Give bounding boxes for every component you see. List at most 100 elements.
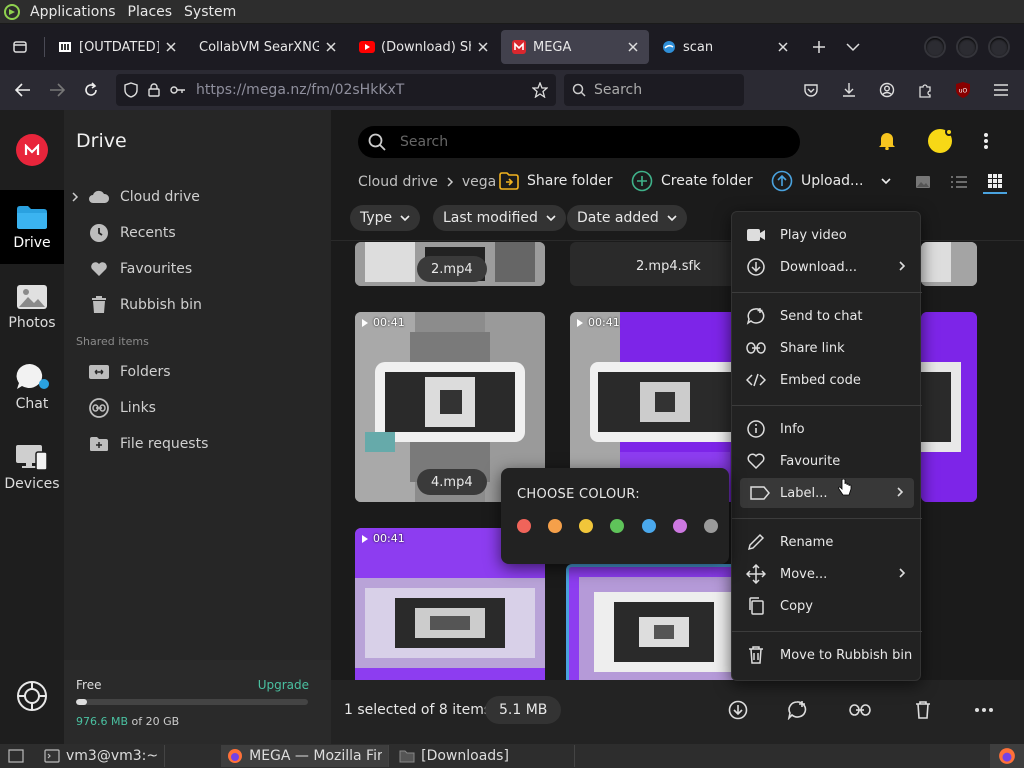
more-options-button[interactable] bbox=[983, 132, 989, 150]
file-name-2-mp4-sfk[interactable]: 2.mp4.sfk bbox=[636, 259, 701, 274]
taskbar-item-firefox[interactable]: MEGA — Mozilla Fir... bbox=[221, 745, 390, 767]
back-button[interactable] bbox=[6, 74, 40, 106]
places-menu[interactable]: Places bbox=[122, 0, 179, 24]
sidebar-item-links[interactable]: Links bbox=[64, 393, 331, 423]
taskbar-item-terminal[interactable]: vm3@vm3:~ bbox=[0, 745, 166, 767]
sidebar-item-cloud-drive[interactable]: Cloud drive bbox=[64, 182, 331, 212]
sidebar-item-favourites[interactable]: Favourites bbox=[64, 254, 331, 284]
sidebar-item-rubbish-bin[interactable]: Rubbish bin bbox=[64, 290, 331, 320]
rail-chat[interactable]: Chat bbox=[0, 350, 64, 424]
tab-mega[interactable]: MEGA bbox=[501, 30, 649, 64]
tab-overview-button[interactable] bbox=[4, 31, 36, 63]
close-icon[interactable] bbox=[625, 39, 641, 55]
upgrade-link[interactable]: Upgrade bbox=[258, 678, 309, 692]
list-tabs-button[interactable] bbox=[837, 31, 869, 63]
chevron-right-icon[interactable] bbox=[64, 192, 86, 202]
rail-devices[interactable]: Devices bbox=[0, 430, 64, 504]
create-folder-button[interactable]: Create folder bbox=[631, 168, 753, 194]
menu-item-share-link[interactable]: Share link bbox=[732, 333, 922, 363]
menu-item-label[interactable]: Label... bbox=[740, 478, 914, 508]
app-menu-button[interactable] bbox=[984, 74, 1018, 106]
filter-date-added[interactable]: Date added bbox=[567, 205, 687, 231]
colour-swatch-purple[interactable] bbox=[673, 519, 687, 533]
minimize-button[interactable] bbox=[926, 38, 944, 56]
forward-button[interactable] bbox=[40, 74, 74, 106]
colour-swatch-yellow[interactable] bbox=[579, 519, 593, 533]
system-menu[interactable]: System bbox=[178, 0, 242, 24]
close-icon[interactable] bbox=[323, 39, 339, 55]
file-name-4-mp4[interactable]: 4.mp4 bbox=[417, 469, 487, 495]
share-folder-button[interactable]: Share folder bbox=[499, 168, 613, 194]
close-icon[interactable] bbox=[475, 39, 491, 55]
menu-item-move-to-rubbish[interactable]: Move to Rubbish bin bbox=[732, 640, 922, 670]
drive-search-input[interactable]: Search bbox=[358, 126, 800, 158]
extensions-button[interactable] bbox=[908, 74, 942, 106]
search-bar[interactable]: Search bbox=[564, 74, 744, 106]
ublock-button[interactable]: uO bbox=[946, 74, 980, 106]
rail-photos[interactable]: Photos bbox=[0, 270, 64, 344]
list-view-button[interactable] bbox=[947, 170, 971, 194]
menu-item-favourite[interactable]: Favourite bbox=[732, 446, 922, 476]
tab-scan[interactable]: scan bbox=[651, 30, 799, 64]
colour-swatch-orange[interactable] bbox=[548, 519, 562, 533]
filter-last-modified[interactable]: Last modified bbox=[433, 205, 566, 231]
delete-selected-button[interactable] bbox=[911, 698, 935, 722]
account-button[interactable] bbox=[870, 74, 904, 106]
shield-icon[interactable] bbox=[124, 82, 138, 98]
downloads-button[interactable] bbox=[832, 74, 866, 106]
sidebar-item-recents[interactable]: Recents bbox=[64, 218, 331, 248]
pocket-button[interactable] bbox=[794, 74, 828, 106]
colour-swatch-blue[interactable] bbox=[642, 519, 656, 533]
close-window-button[interactable] bbox=[990, 38, 1008, 56]
menu-item-send-to-chat[interactable]: Send to chat bbox=[732, 301, 922, 331]
upload-button[interactable]: Upload... bbox=[771, 168, 891, 194]
file-thumbnail-partial-2[interactable] bbox=[921, 312, 977, 502]
maximize-button[interactable] bbox=[958, 38, 976, 56]
lock-icon[interactable] bbox=[148, 83, 160, 97]
menu-item-move[interactable]: Move... bbox=[732, 559, 922, 589]
mega-logo-icon[interactable] bbox=[16, 134, 48, 166]
new-tab-button[interactable] bbox=[803, 31, 835, 63]
colour-swatch-grey[interactable] bbox=[704, 519, 718, 533]
menu-item-download[interactable]: Download... bbox=[732, 252, 922, 282]
file-name-2-mp4[interactable]: 2.mp4 bbox=[417, 256, 487, 282]
breadcrumb-vega[interactable]: vega bbox=[462, 174, 496, 190]
chevron-down-icon[interactable] bbox=[881, 177, 891, 185]
distro-logo-icon[interactable] bbox=[0, 0, 24, 24]
close-icon[interactable] bbox=[775, 39, 791, 55]
breadcrumb-cloud-drive[interactable]: Cloud drive bbox=[358, 174, 438, 190]
taskbar-item-downloads[interactable]: [Downloads] bbox=[393, 745, 576, 767]
download-selected-button[interactable] bbox=[726, 698, 750, 722]
rail-drive[interactable]: Drive bbox=[0, 190, 64, 264]
colour-swatch-red[interactable] bbox=[517, 519, 531, 533]
sidebar-item-file-requests[interactable]: File requests bbox=[64, 429, 331, 459]
tab-searxng[interactable]: CollabVM SearXNG bbox=[189, 30, 347, 64]
grid-view-button[interactable] bbox=[983, 170, 1007, 194]
send-to-chat-button[interactable] bbox=[786, 698, 810, 722]
thumbnail-view-button[interactable] bbox=[911, 170, 935, 194]
file-thumbnail-partial[interactable] bbox=[921, 242, 977, 286]
tray-firefox-icon[interactable] bbox=[990, 744, 1024, 768]
menu-item-info[interactable]: Info bbox=[732, 414, 922, 444]
tab-youtube[interactable]: (Download) Shu bbox=[349, 30, 499, 64]
key-icon[interactable] bbox=[170, 85, 186, 95]
menu-item-embed-code[interactable]: Embed code bbox=[732, 365, 922, 395]
notifications-button[interactable] bbox=[877, 130, 897, 150]
share-link-button[interactable] bbox=[848, 698, 872, 722]
sidebar-item-shared-folders[interactable]: Folders bbox=[64, 357, 331, 387]
filter-type[interactable]: Type bbox=[350, 205, 421, 231]
more-actions-button[interactable] bbox=[972, 698, 996, 722]
settings-button[interactable] bbox=[16, 680, 48, 712]
menu-item-rename[interactable]: Rename bbox=[732, 527, 922, 557]
avatar[interactable] bbox=[928, 128, 953, 153]
url-bar[interactable]: https://mega.nz/fm/02sHkKxT bbox=[116, 74, 556, 106]
close-icon[interactable] bbox=[163, 39, 179, 55]
applications-menu[interactable]: Applications bbox=[24, 0, 122, 24]
bookmark-star-icon[interactable] bbox=[532, 82, 548, 98]
menu-item-play-video[interactable]: Play video bbox=[732, 220, 922, 250]
tab-outdated[interactable]: [OUTDATED] All bbox=[47, 30, 187, 64]
colour-swatch-green[interactable] bbox=[610, 519, 624, 533]
menu-item-copy[interactable]: Copy bbox=[732, 591, 922, 621]
show-desktop-icon[interactable] bbox=[8, 748, 24, 764]
reload-button[interactable] bbox=[74, 74, 108, 106]
